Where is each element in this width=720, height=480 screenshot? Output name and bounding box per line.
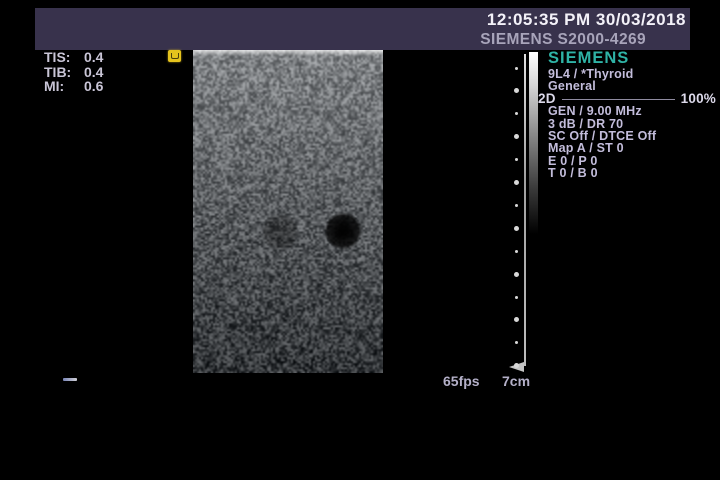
mi-label: MI:: [44, 79, 84, 94]
header-bar: 12:05:35 PM 30/03/2018 SIEMENS S2000-426…: [35, 8, 690, 50]
grayscale-bar: [529, 52, 538, 234]
ruler-tick: [514, 180, 519, 185]
power-label: 100%: [681, 93, 716, 105]
ruler-tick: [515, 158, 518, 161]
setting-map-st: Map A / ST 0: [548, 142, 716, 154]
tis-label: TIS:: [44, 50, 84, 65]
ruler-tick: [514, 317, 519, 322]
mi-row: MI: 0.6: [44, 79, 103, 94]
ruler-tick: [514, 226, 519, 231]
mi-value: 0.6: [84, 79, 103, 94]
depth-ruler-line: [524, 54, 526, 366]
mode-divider: [562, 99, 675, 100]
ruler-tick: [515, 250, 518, 253]
setting-frequency: GEN / 9.00 MHz: [548, 105, 716, 117]
ruler-tick: [514, 134, 519, 139]
ruler-tick: [515, 204, 518, 207]
ruler-tick: [515, 341, 518, 344]
system-id-display: SIEMENS S2000-4269: [35, 31, 690, 49]
ruler-tick: [515, 112, 518, 115]
probe-orientation-notch: [171, 53, 179, 59]
frame-rate-label: 65fps: [443, 373, 480, 389]
depth-value-label: 7cm: [502, 373, 530, 389]
tib-label: TIB:: [44, 65, 84, 80]
tis-row: TIS: 0.4: [44, 50, 103, 65]
exposure-index-panel: TIS: 0.4 TIB: 0.4 MI: 0.6: [44, 50, 103, 94]
datetime-display: 12:05:35 PM 30/03/2018: [35, 10, 690, 30]
tis-value: 0.4: [84, 50, 103, 65]
ruler-tick: [514, 272, 519, 277]
tib-value: 0.4: [84, 65, 103, 80]
probe-orientation-icon: [168, 50, 181, 62]
ruler-tick: [515, 67, 518, 70]
tgc-slider-handle[interactable]: [63, 378, 77, 381]
tib-row: TIB: 0.4: [44, 65, 103, 80]
siemens-logo: SIEMENS: [548, 50, 716, 67]
ruler-tick: [515, 296, 518, 299]
ultrasound-image[interactable]: [193, 50, 383, 373]
ruler-tick: [514, 88, 519, 93]
setting-t-b: T 0 / B 0: [548, 167, 716, 179]
imaging-info-panel: SIEMENS 9L4 / *Thyroid General 2D 100% G…: [548, 50, 716, 180]
